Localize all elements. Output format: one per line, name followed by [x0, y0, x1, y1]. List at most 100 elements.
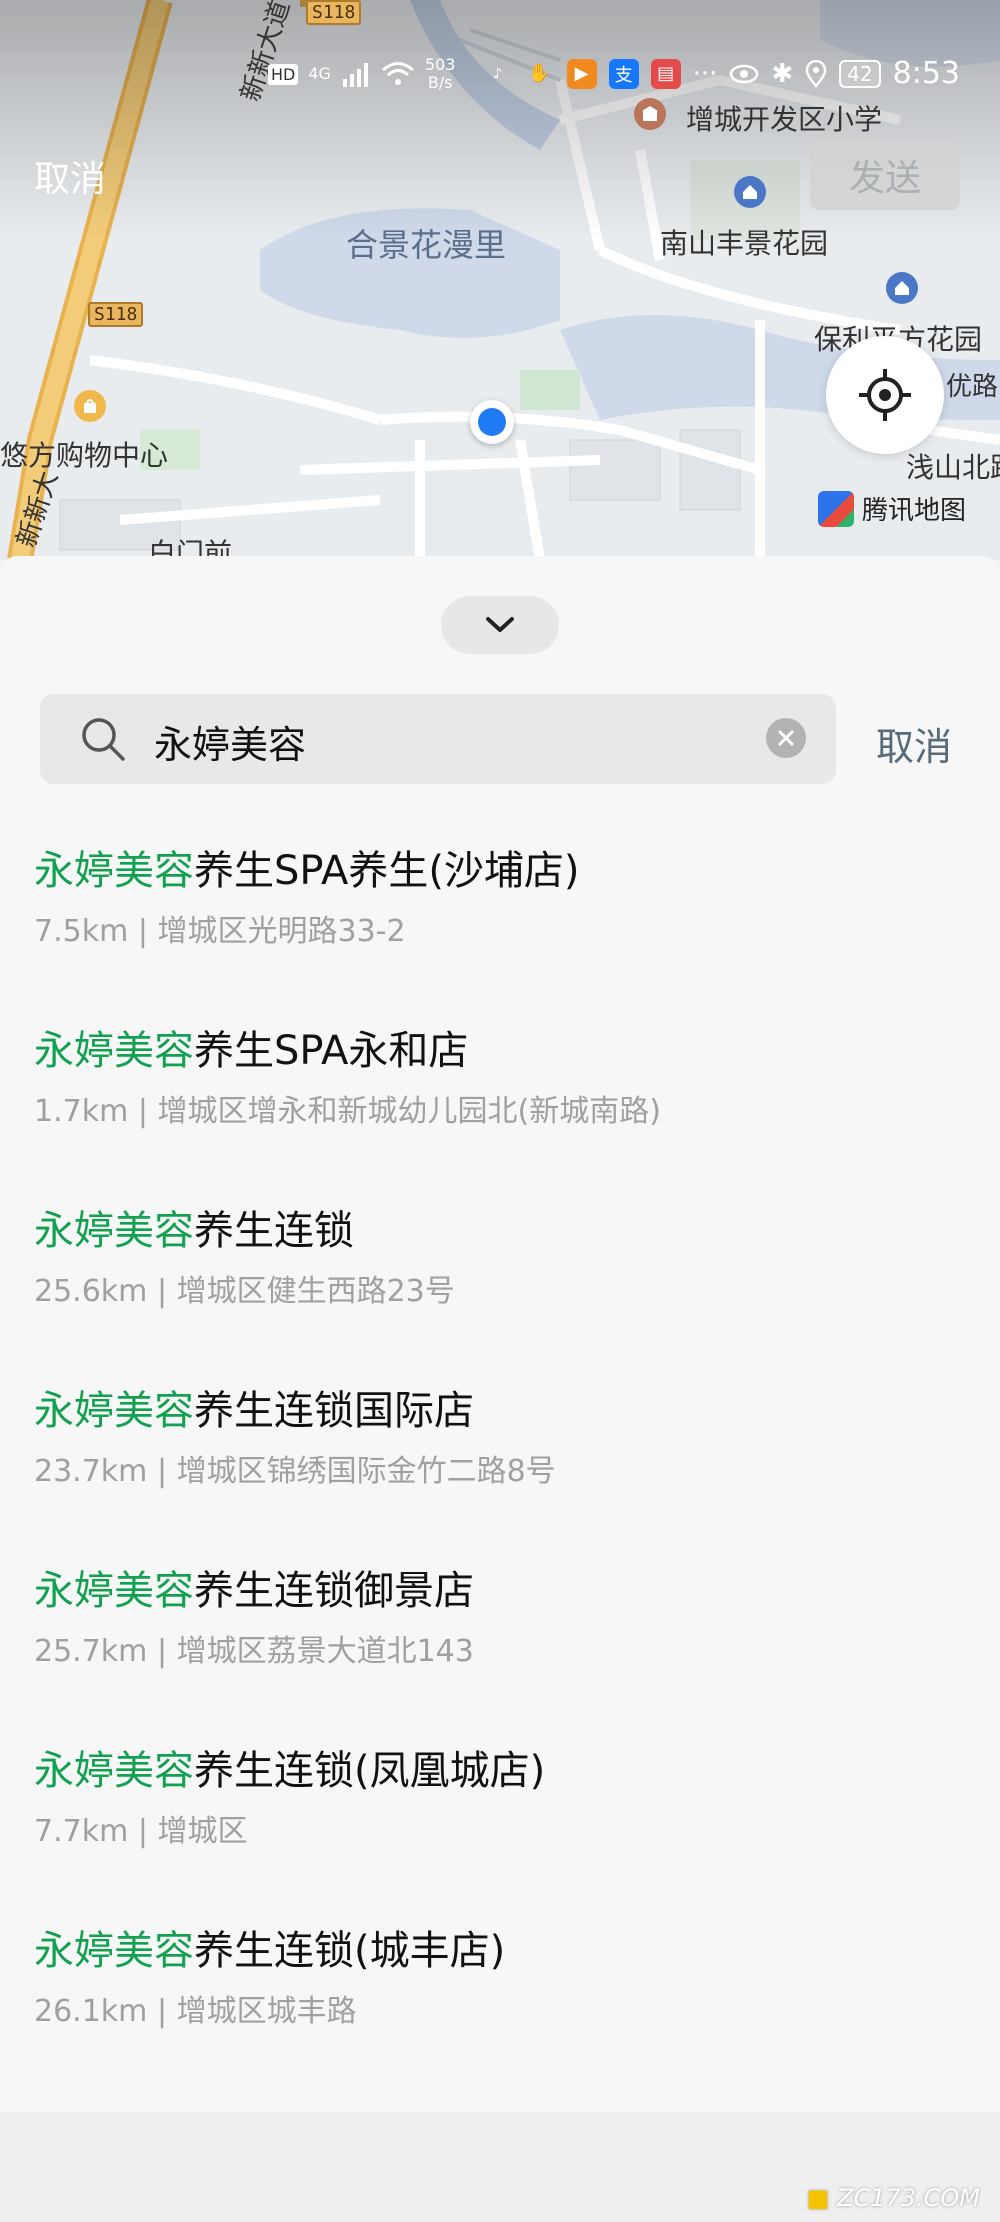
status-bar: HD 4G 503 B/s ♪ ✋ ▶ 支 ▤ ··· ✱ 42 8:53 — [0, 50, 1000, 106]
result-separator: | — [128, 914, 158, 949]
search-result-item[interactable]: 永婷美容养生连锁 25.6km | 增城区健生西路23号 — [0, 1188, 1000, 1368]
speed-value: 503 — [424, 55, 456, 74]
speed-unit: B/s — [427, 73, 453, 92]
attribution-text: 腾讯地图 — [862, 496, 967, 526]
result-distance: 1.7km — [34, 1094, 129, 1129]
result-separator: | — [128, 1094, 158, 1129]
result-title-highlight: 永婷美容 — [34, 1388, 194, 1434]
location-pin-icon — [805, 59, 827, 88]
result-title-rest: 养生连锁(凤凰城店) — [194, 1748, 546, 1794]
hd-badge: HD — [268, 63, 299, 85]
result-address: 增城区 — [157, 1814, 248, 1849]
result-title-highlight: 永婷美容 — [34, 1748, 194, 1794]
watermark: ■ ZC173.COM — [807, 2184, 980, 2212]
status-right: ♪ ✋ ▶ 支 ▤ ··· ✱ 42 8:53 — [483, 56, 960, 91]
result-distance: 25.7km — [34, 1634, 148, 1669]
result-distance: 23.7km — [34, 1454, 148, 1489]
search-result-item[interactable]: 永婷美容养生连锁国际店 23.7km | 增城区锦绣国际金竹二路8号 — [0, 1368, 1000, 1548]
result-title: 永婷美容养生连锁 — [34, 1198, 354, 1256]
map-label-youfang: 悠方购物中心 — [0, 439, 169, 472]
result-address: 增城区城丰路 — [176, 1994, 357, 2029]
result-address: 增城区荔景大道北143 — [176, 1634, 474, 1669]
result-distance: 7.7km — [34, 1814, 129, 1849]
watermark-logo-icon: ■ — [806, 2184, 830, 2212]
shopping-icon — [74, 390, 106, 422]
result-separator: | — [147, 1634, 177, 1669]
watermark-text: ZC173.COM — [837, 2184, 980, 2212]
result-subtitle: 7.7km | 增城区 — [34, 1806, 248, 1850]
search-result-item[interactable]: 永婷美容养生SPA养生(沙埔店) 7.5km | 增城区光明路33-2 — [0, 828, 1000, 1008]
more-dots-icon: ··· — [692, 58, 718, 89]
road-shield: S118 — [306, 0, 362, 25]
result-title-highlight: 永婷美容 — [34, 848, 194, 894]
top-cancel-button[interactable]: 取消 — [34, 150, 106, 202]
result-subtitle: 25.7km | 增城区荔景大道北143 — [34, 1626, 474, 1670]
user-location-dot — [470, 400, 514, 444]
network-4g: 4G — [308, 64, 331, 83]
result-subtitle: 23.7km | 增城区锦绣国际金竹二路8号 — [34, 1446, 556, 1490]
crosshair-icon — [859, 369, 911, 421]
book-app-icon: ▤ — [650, 58, 681, 89]
result-separator: | — [147, 1454, 177, 1489]
result-title-rest: 养生SPA永和店 — [194, 1028, 469, 1074]
clear-search-icon[interactable] — [766, 718, 806, 758]
map-label-youyou: 优路 — [946, 372, 999, 402]
collapse-sheet-button[interactable] — [441, 596, 559, 654]
search-input[interactable]: 永婷美容 — [40, 694, 836, 784]
search-result-item[interactable]: 永婷美容养生连锁(城丰店) 26.1km | 增城区城丰路 — [0, 1908, 1000, 2088]
result-title: 永婷美容养生SPA永和店 — [34, 1018, 468, 1076]
result-title-highlight: 永婷美容 — [34, 1028, 194, 1074]
result-subtitle: 25.6km | 增城区健生西路23号 — [34, 1266, 455, 1310]
status-left: HD 4G 503 B/s — [268, 56, 455, 92]
result-title-rest: 养生连锁御景店 — [194, 1568, 474, 1614]
result-address: 增城区健生西路23号 — [176, 1274, 455, 1309]
search-query-text: 永婷美容 — [154, 723, 307, 767]
result-separator: | — [128, 1814, 158, 1849]
locate-button[interactable] — [826, 336, 944, 454]
map-label-nanshan: 南山丰景花园 — [660, 227, 829, 260]
battery-indicator: 42 — [839, 59, 881, 88]
alipay-icon: 支 — [608, 58, 639, 89]
search-result-item[interactable]: 永婷美容养生连锁御景店 25.7km | 增城区荔景大道北143 — [0, 1548, 1000, 1728]
result-title-rest: 养生连锁(城丰店) — [194, 1928, 506, 1974]
map-label-qianshan: 浅山北路 — [906, 451, 1000, 484]
bluetooth-icon: ✱ — [771, 58, 794, 89]
wifi-icon — [381, 62, 414, 85]
chevron-down-icon — [486, 617, 514, 632]
result-subtitle: 26.1km | 增城区城丰路 — [34, 1986, 357, 2030]
result-title-rest: 养生连锁国际店 — [194, 1388, 474, 1434]
search-icon — [82, 718, 125, 761]
search-cancel-button[interactable]: 取消 — [876, 716, 952, 771]
map-attribution: 腾讯地图 — [818, 490, 966, 527]
result-title-rest: 养生连锁 — [194, 1208, 354, 1254]
result-title: 永婷美容养生SPA养生(沙埔店) — [34, 838, 580, 896]
bottom-band: ■ ZC173.COM — [0, 2112, 1000, 2222]
result-title: 永婷美容养生连锁(凤凰城店) — [34, 1738, 545, 1796]
result-title-highlight: 永婷美容 — [34, 1208, 194, 1254]
send-button[interactable]: 发送 — [810, 140, 960, 210]
road-shield: S118 — [88, 302, 144, 327]
result-title: 永婷美容养生连锁国际店 — [34, 1378, 474, 1436]
residence-icon — [886, 272, 918, 304]
result-address: 增城区锦绣国际金竹二路8号 — [176, 1454, 556, 1489]
result-distance: 7.5km — [34, 914, 129, 949]
result-address: 增城区光明路33-2 — [157, 914, 406, 949]
eye-icon — [730, 64, 759, 83]
search-sheet: 永婷美容 取消 永婷美容养生SPA养生(沙埔店) 7.5km | 增城区光明路3… — [0, 556, 1000, 2112]
play-app-icon: ▶ — [566, 58, 597, 89]
result-title: 永婷美容养生连锁(城丰店) — [34, 1918, 505, 1976]
map-label-hejing: 合景花漫里 — [346, 226, 507, 264]
search-results-list: 永婷美容养生SPA养生(沙埔店) 7.5km | 增城区光明路33-2 永婷美容… — [0, 828, 1000, 2088]
search-result-item[interactable]: 永婷美容养生连锁(凤凰城店) 7.7km | 增城区 — [0, 1728, 1000, 1908]
result-separator: | — [147, 1994, 177, 2029]
result-distance: 25.6km — [34, 1274, 148, 1309]
signal-icon — [342, 63, 368, 87]
search-result-item[interactable]: 永婷美容养生SPA永和店 1.7km | 增城区增永和新城幼儿园北(新城南路) — [0, 1008, 1000, 1188]
result-subtitle: 1.7km | 增城区增永和新城幼儿园北(新城南路) — [34, 1086, 661, 1130]
hand-icon: ✋ — [528, 63, 551, 84]
result-separator: | — [147, 1274, 177, 1309]
network-speed: 503 B/s — [425, 56, 456, 92]
result-address: 增城区增永和新城幼儿园北(新城南路) — [157, 1094, 661, 1129]
result-title-highlight: 永婷美容 — [34, 1928, 194, 1974]
residence-icon — [734, 176, 766, 208]
